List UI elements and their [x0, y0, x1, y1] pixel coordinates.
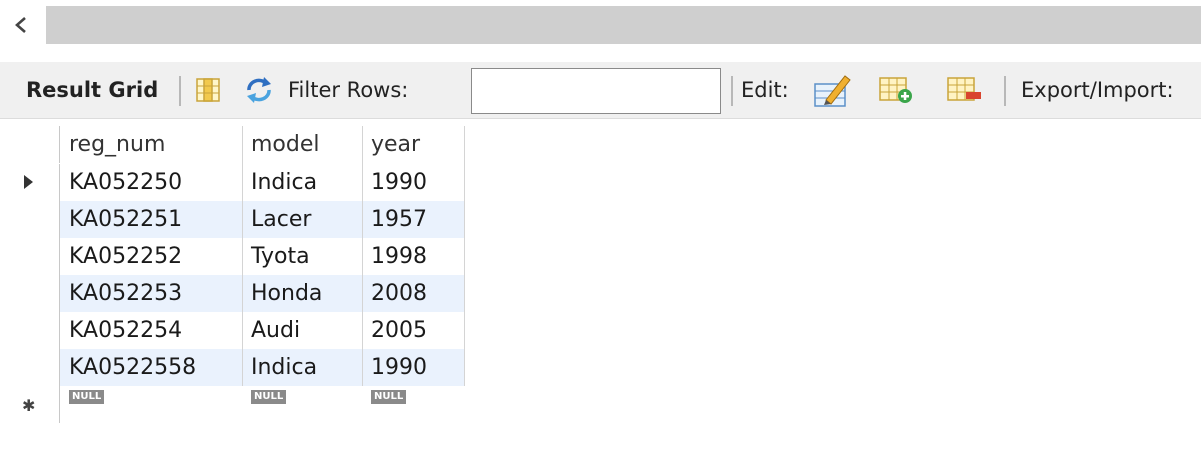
- cell-model[interactable]: Indica: [242, 349, 362, 386]
- edit-pencil-icon: [814, 75, 851, 107]
- delete-row-button[interactable]: [946, 62, 982, 118]
- row-selector[interactable]: [0, 238, 60, 275]
- new-row-asterisk-icon: ✱: [22, 396, 36, 415]
- cell-reg-num[interactable]: KA0522558: [60, 349, 242, 386]
- null-badge: NULL: [371, 390, 407, 404]
- cell-year[interactable]: 1957: [362, 201, 464, 238]
- refresh-button[interactable]: [244, 62, 274, 118]
- cell-model[interactable]: Audi: [242, 312, 362, 349]
- cell-model[interactable]: Tyota: [242, 238, 362, 275]
- toggle-columns-button[interactable]: [195, 62, 221, 118]
- row-selector[interactable]: [0, 349, 60, 386]
- null-badge: NULL: [251, 390, 287, 404]
- row-selector[interactable]: [0, 312, 60, 349]
- columns-icon: [196, 78, 220, 102]
- horizontal-scrollbar[interactable]: [0, 0, 1201, 50]
- cell-reg-num[interactable]: KA052253: [60, 275, 242, 312]
- null-badge: NULL: [69, 390, 105, 404]
- column-header-model[interactable]: model: [242, 126, 362, 163]
- cell-model[interactable]: Indica: [242, 164, 362, 201]
- column-header-year[interactable]: year: [362, 126, 464, 163]
- cell-model[interactable]: Honda: [242, 275, 362, 312]
- cell-year[interactable]: 1998: [362, 238, 464, 275]
- chevron-left-icon: [15, 17, 26, 33]
- refresh-icon: [247, 77, 271, 103]
- filter-rows-label: Filter Rows:: [288, 78, 409, 102]
- cell-year[interactable]: 2008: [362, 275, 464, 312]
- cell-model[interactable]: Lacer: [242, 201, 362, 238]
- table-delete-icon: [947, 77, 981, 101]
- cell-year[interactable]: 1990: [362, 349, 464, 386]
- cell-reg-num[interactable]: KA052252: [60, 238, 242, 275]
- scroll-left-button[interactable]: [0, 6, 42, 44]
- current-row-pointer-icon: [24, 175, 33, 189]
- edit-label: Edit:: [741, 78, 789, 102]
- cell-reg-num[interactable]: KA052250: [60, 164, 242, 201]
- cell-model-new[interactable]: NULL: [242, 386, 362, 423]
- row-selector[interactable]: [0, 201, 60, 238]
- row-selector[interactable]: [0, 164, 60, 201]
- scroll-track[interactable]: [46, 6, 1201, 44]
- cell-year[interactable]: 1990: [362, 164, 464, 201]
- cell-reg-num[interactable]: KA052254: [60, 312, 242, 349]
- edit-row-button[interactable]: [812, 62, 852, 118]
- cell-year[interactable]: 2005: [362, 312, 464, 349]
- result-grid-label[interactable]: Result Grid: [26, 78, 158, 102]
- cell-reg-num-new[interactable]: NULL: [60, 386, 242, 423]
- add-row-button[interactable]: [878, 62, 914, 118]
- row-selector[interactable]: [0, 275, 60, 312]
- cell-year-new[interactable]: NULL: [362, 386, 464, 423]
- column-header-reg-num[interactable]: reg_num: [60, 126, 242, 163]
- export-import-label: Export/Import:: [1021, 78, 1174, 102]
- table-add-icon: [879, 77, 912, 103]
- row-selector[interactable]: ✱: [0, 386, 60, 423]
- filter-rows-input[interactable]: [471, 68, 721, 114]
- cell-reg-num[interactable]: KA052251: [60, 201, 242, 238]
